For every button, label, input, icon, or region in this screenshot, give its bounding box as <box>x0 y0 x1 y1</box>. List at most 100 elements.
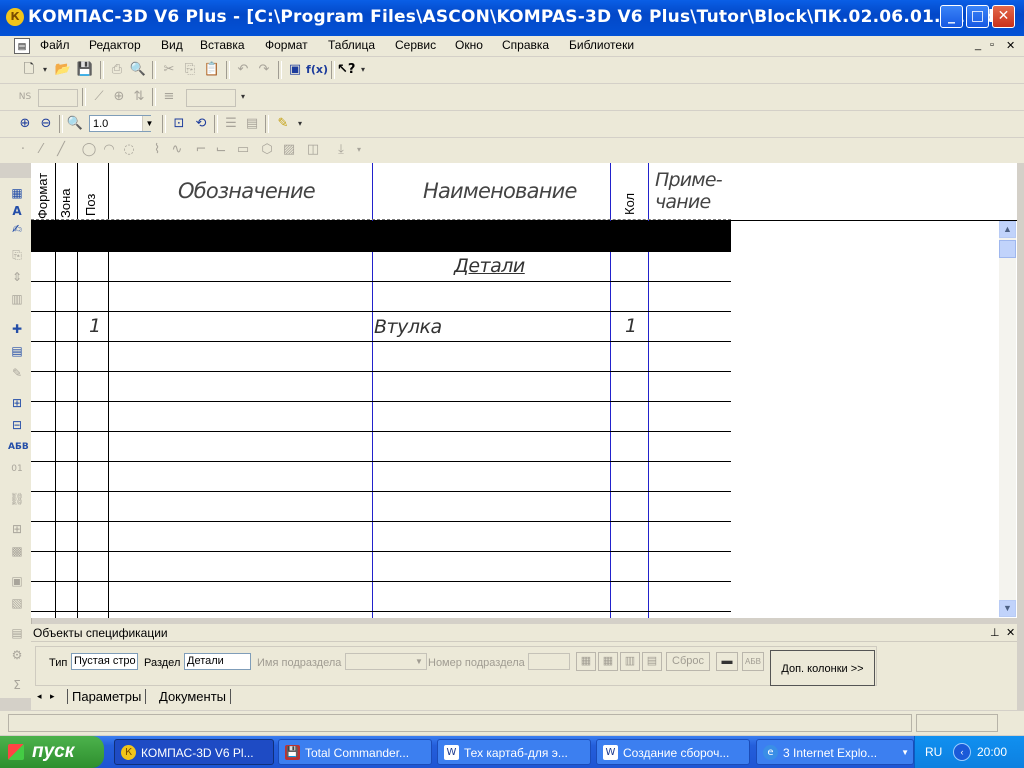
manager-icon[interactable]: ▣ <box>286 61 304 79</box>
task-internet-explorer[interactable]: e 3 Internet Explo... ▼ <box>756 739 914 765</box>
tray-expand-icon[interactable]: ‹ <box>953 743 971 761</box>
aux-line-icon[interactable]: ⁄ <box>32 141 50 159</box>
menu-libraries[interactable]: Библиотеки <box>569 38 634 52</box>
vertical-scrollbar[interactable]: ▲ ▼ <box>999 221 1016 617</box>
format-btn-3[interactable]: ▥ <box>620 652 640 671</box>
save-icon[interactable]: 💾 <box>76 61 94 79</box>
show-composition-icon[interactable]: ▣ <box>8 572 26 590</box>
section-heading-details[interactable]: Детали <box>454 255 525 277</box>
edit-object-icon[interactable]: ✎ <box>8 364 26 382</box>
title-bar[interactable]: К КОМПАС-3D V6 Plus - [C:\Program Files\… <box>0 0 1024 36</box>
segment-icon[interactable]: ╱ <box>52 141 70 159</box>
menu-window[interactable]: Окно <box>455 38 483 52</box>
extra-columns-button[interactable]: Доп. колонки >> <box>770 650 875 686</box>
document-icon[interactable]: ▤ <box>14 38 30 54</box>
edit-tool-dropdown-icon[interactable]: ▾ <box>291 115 309 133</box>
language-indicator[interactable]: RU <box>925 745 942 759</box>
type-field[interactable]: Пустая стро <box>71 653 138 670</box>
zoom-out-icon[interactable]: ⊖ <box>37 115 55 133</box>
section-field[interactable]: Детали <box>184 653 251 670</box>
paste-icon[interactable]: 📋 <box>203 61 221 79</box>
menu-format[interactable]: Формат <box>265 38 308 52</box>
properties-icon[interactable]: ▥ <box>8 290 26 308</box>
sort-icon[interactable]: ⇅ <box>130 88 148 106</box>
format-btn-2[interactable]: ▦ <box>598 652 618 671</box>
fragment-dropdown-icon[interactable]: ▾ <box>350 141 368 159</box>
row-name[interactable]: Втулка <box>374 316 442 338</box>
row-qty[interactable]: 1 <box>625 315 637 337</box>
renumber-icon[interactable]: ⊞ <box>8 520 26 538</box>
row-pos[interactable]: 1 <box>89 315 101 337</box>
menu-view[interactable]: Вид <box>161 38 183 52</box>
sort-rows-icon[interactable]: ▩ <box>8 542 26 560</box>
sum-icon[interactable]: Σ <box>8 676 26 694</box>
arc-icon[interactable]: ◠ <box>100 141 118 159</box>
text-icon[interactable]: A <box>8 202 26 220</box>
insert-row-icon[interactable]: ⊞ <box>8 394 26 412</box>
hatch-icon[interactable]: ⊕ <box>110 88 128 106</box>
numbering-icon[interactable]: 01 <box>8 460 26 478</box>
refresh-icon[interactable]: ⟲ <box>192 115 210 133</box>
mdi-minimize-button[interactable]: _ <box>975 39 981 51</box>
ellipse-icon[interactable]: ◌ <box>120 141 138 159</box>
menu-insert[interactable]: Вставка <box>200 38 245 52</box>
start-button[interactable]: пуск <box>0 736 104 768</box>
menu-edit[interactable]: Редактор <box>89 38 141 52</box>
help-pointer-icon[interactable]: ↖? <box>337 61 355 79</box>
panel-pin-icon[interactable]: ⊥ <box>990 626 1000 639</box>
page-list-icon[interactable]: ☰ <box>222 115 240 133</box>
subsection-dropdown-icon[interactable]: ▼ <box>412 654 426 669</box>
copy-object-icon[interactable]: ⎘ <box>8 246 26 264</box>
menu-table[interactable]: Таблица <box>328 38 375 52</box>
insert-fragment-icon[interactable]: ⤓ <box>332 141 350 159</box>
group-dropdown-icon[interactable]: ▼ <box>901 740 909 764</box>
tab-scroll-right-icon[interactable]: ▸ <box>50 691 55 702</box>
kompas-app-icon[interactable]: К <box>6 8 24 26</box>
edit-tool-icon[interactable]: ✎ <box>274 115 292 133</box>
text-abv-button[interactable]: АБВ <box>742 652 764 671</box>
add-section-icon[interactable]: ✚ <box>8 320 26 338</box>
page-icon[interactable]: ▤ <box>243 115 261 133</box>
spec-mode-icon[interactable]: ▦ <box>8 184 26 202</box>
spline-icon[interactable]: ∿ <box>168 141 186 159</box>
open-icon[interactable]: 📂 <box>54 61 72 79</box>
polygon-icon[interactable]: ⬡ <box>258 141 276 159</box>
equidistant-icon[interactable]: ◫ <box>304 141 322 159</box>
text-style-icon[interactable]: ≡ <box>160 88 178 106</box>
style-dropdown-icon[interactable]: ▾ <box>234 88 252 106</box>
undo-icon[interactable]: ↶ <box>234 61 252 79</box>
layout-icon[interactable]: ▤ <box>8 624 26 642</box>
selected-row[interactable] <box>31 221 731 251</box>
menu-file[interactable]: Файл <box>40 38 70 52</box>
edit-text-icon[interactable]: ✍ <box>8 220 26 238</box>
task-kompas[interactable]: К КОМПАС-3D V6 Pl... <box>114 739 274 765</box>
task-word-doc-1[interactable]: W Тех картаб-для э... <box>437 739 591 765</box>
object-icon-button[interactable]: ▬ <box>716 652 738 671</box>
panel-close-button[interactable]: ✕ <box>1006 626 1015 639</box>
mdi-restore-button[interactable]: ▫ <box>990 39 994 51</box>
minimize-button[interactable]: _ <box>940 5 963 28</box>
print-preview-icon[interactable]: 🔍 <box>129 61 147 79</box>
format-btn-4[interactable]: ▤ <box>642 652 662 671</box>
rectangle-icon[interactable]: ▭ <box>234 141 252 159</box>
settings-icon[interactable]: ⚙ <box>8 646 26 664</box>
maximize-button[interactable]: □ <box>966 5 989 28</box>
scroll-down-button[interactable]: ▼ <box>999 600 1016 617</box>
scroll-up-button[interactable]: ▲ <box>999 221 1016 238</box>
new-dropdown-icon[interactable]: ▾ <box>36 61 54 79</box>
assembly-icon[interactable]: ▧ <box>8 594 26 612</box>
scroll-thumb[interactable] <box>999 240 1016 258</box>
print-icon[interactable]: ⎙ <box>108 61 126 79</box>
line-style-icon[interactable]: ⟋ <box>90 88 108 106</box>
copy-icon[interactable]: ⎘ <box>181 61 199 79</box>
link-icon[interactable]: ⛓ <box>8 490 26 508</box>
add-base-object-icon[interactable]: ▤ <box>8 342 26 360</box>
insert-text-row-icon[interactable]: АБВ <box>8 438 29 456</box>
fillet-icon[interactable]: ⌙ <box>212 141 230 159</box>
format-btn-1[interactable]: ▦ <box>576 652 596 671</box>
reset-button[interactable]: Сброс <box>666 652 710 671</box>
task-total-commander[interactable]: 💾 Total Commander... <box>278 739 432 765</box>
menu-help[interactable]: Справка <box>502 38 549 52</box>
show-all-icon[interactable]: ⊡ <box>170 115 188 133</box>
point-icon[interactable]: · <box>14 141 32 159</box>
